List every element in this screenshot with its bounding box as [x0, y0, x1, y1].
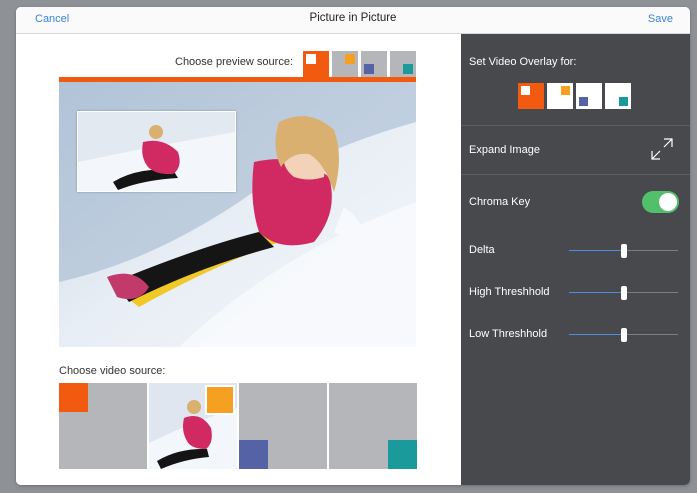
video-source-2[interactable] — [149, 383, 237, 469]
slider-track-empty — [627, 250, 678, 251]
preview-source-3-marker — [364, 64, 374, 74]
video-source-3[interactable] — [239, 383, 327, 469]
preview-source-3[interactable] — [361, 51, 387, 77]
divider — [461, 125, 690, 126]
delta-label: Delta — [469, 244, 495, 256]
picture-in-picture-modal: Cancel Picture in Picture Save Choose pr… — [16, 7, 690, 485]
expand-image-label: Expand Image — [469, 144, 540, 156]
slider-thumb[interactable] — [621, 244, 627, 258]
video-source-label: Choose video source: — [59, 365, 166, 377]
high-threshold-slider[interactable] — [569, 286, 678, 300]
settings-panel: Set Video Overlay for: Expand Image Chro… — [461, 34, 690, 485]
save-button[interactable]: Save — [648, 13, 673, 25]
toggle-knob — [659, 193, 677, 211]
high-threshold-label: High Threshhold — [469, 286, 550, 298]
inset-photo — [78, 112, 235, 191]
overlay-label: Set Video Overlay for: — [469, 56, 577, 68]
delta-slider[interactable] — [569, 244, 678, 258]
preview-source-4[interactable] — [390, 51, 416, 77]
overlay-option-3-marker — [579, 97, 588, 106]
overlay-option-1-marker — [521, 86, 530, 95]
preview-source-2-marker — [345, 54, 355, 64]
preview-source-4-marker — [403, 64, 413, 74]
preview-source-1-marker — [306, 54, 316, 64]
video-source-4-marker — [388, 440, 417, 469]
video-source-1[interactable] — [59, 383, 147, 469]
chroma-key-label: Chroma Key — [469, 196, 531, 208]
slider-thumb[interactable] — [621, 328, 627, 342]
video-source-1-marker — [59, 383, 88, 412]
preview-source-1[interactable] — [303, 51, 329, 77]
preview-source-2[interactable] — [332, 51, 358, 77]
video-source-2-marker — [205, 385, 235, 415]
slider-thumb[interactable] — [621, 286, 627, 300]
overlay-inset — [77, 111, 236, 192]
slider-track-filled — [569, 250, 621, 251]
slider-track-filled — [569, 292, 621, 293]
page-title: Picture in Picture — [309, 12, 397, 24]
preview-source-label: Choose preview source: — [175, 56, 294, 68]
overlay-option-2-marker — [561, 86, 570, 95]
overlay-option-2[interactable] — [547, 83, 573, 109]
divider — [461, 174, 690, 175]
navigation-bar: Cancel Picture in Picture Save — [16, 7, 690, 34]
low-threshold-label: Low Threshhold — [469, 328, 548, 340]
expand-icon[interactable] — [650, 137, 674, 161]
preview-photo — [59, 82, 416, 347]
slider-track-filled — [569, 334, 621, 335]
overlay-option-1[interactable] — [518, 83, 544, 109]
overlay-option-4[interactable] — [605, 83, 631, 109]
slider-track-empty — [627, 292, 678, 293]
video-source-4[interactable] — [329, 383, 417, 469]
overlay-option-4-marker — [619, 97, 628, 106]
video-source-3-marker — [239, 440, 268, 469]
overlay-option-3[interactable] — [576, 83, 602, 109]
slider-track-empty — [627, 334, 678, 335]
preview-pane: Choose preview source: Choose video sour… — [16, 34, 461, 485]
low-threshold-slider[interactable] — [569, 328, 678, 342]
chroma-key-toggle[interactable] — [642, 191, 679, 213]
